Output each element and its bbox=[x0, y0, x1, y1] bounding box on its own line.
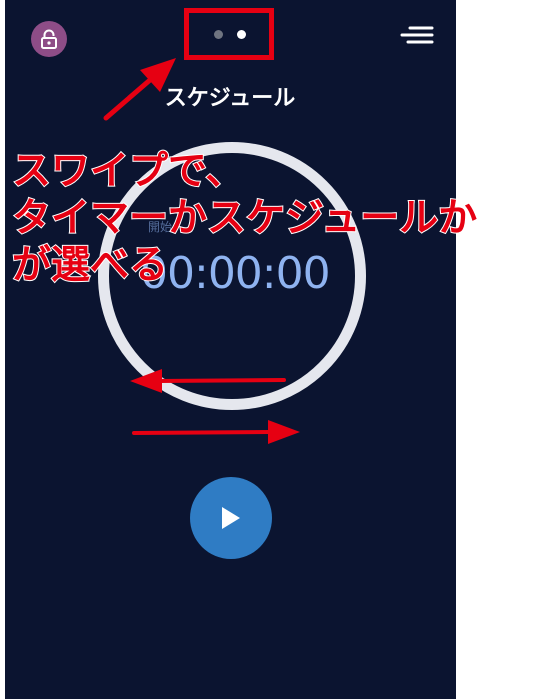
annotation-line-1: スワイプで、 bbox=[11, 148, 245, 195]
annotation-line-2: タイマーかスケジュールか bbox=[11, 195, 478, 242]
swipe-right-arrow bbox=[132, 420, 300, 444]
annotation-arrows bbox=[103, 58, 300, 444]
annotation-line-3: が選べる bbox=[11, 242, 169, 289]
arrow-pointing-to-indicator bbox=[103, 58, 176, 121]
swipe-left-arrow bbox=[130, 369, 286, 393]
annotation-caption: スワイプで、 タイマーかスケジュールか が選べる bbox=[11, 148, 547, 289]
